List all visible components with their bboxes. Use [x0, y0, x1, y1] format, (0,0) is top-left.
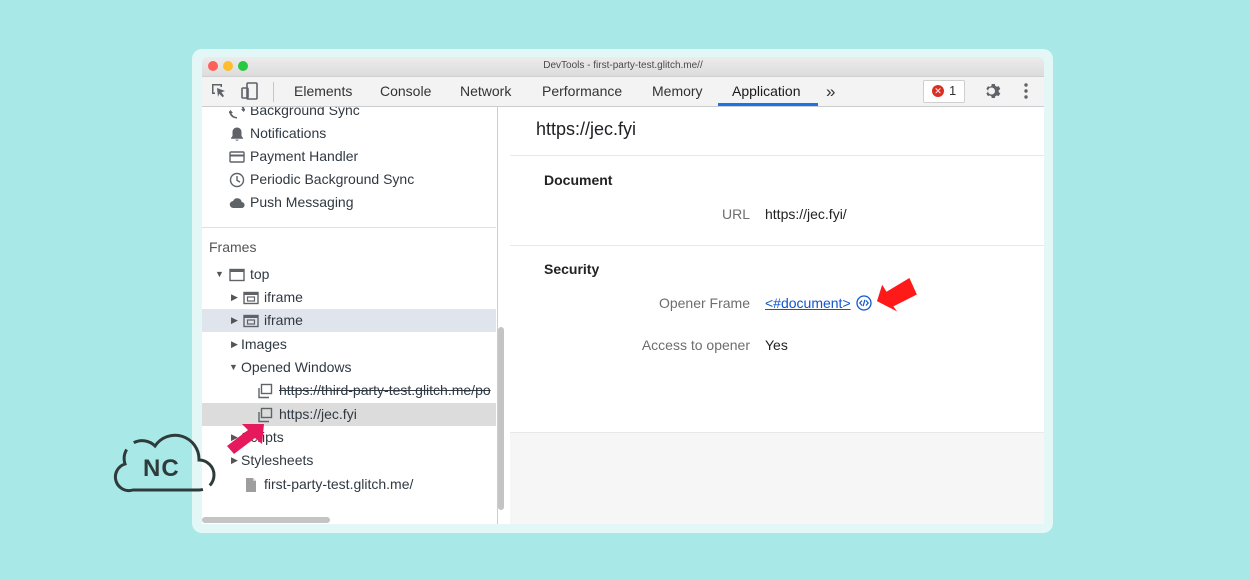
title-bar: DevTools - first-party-test.glitch.me//	[202, 57, 1044, 77]
inspect-element-icon[interactable]	[210, 82, 228, 105]
nc-logo: NC	[113, 430, 217, 498]
title-divider	[510, 155, 1044, 156]
red-arrow-icon	[876, 278, 917, 312]
section-divider	[510, 245, 1044, 246]
sidebar-divider	[202, 227, 496, 228]
error-icon: ✕	[932, 85, 944, 97]
frame-tree-opened-windows[interactable]: ▼ Opened Windows	[202, 356, 496, 379]
more-tabs-button[interactable]: »	[826, 77, 835, 106]
tab-console[interactable]: Console	[380, 77, 431, 106]
tab-application[interactable]: Application	[732, 77, 801, 106]
sidebar-vertical-scrollbar[interactable]	[498, 327, 504, 510]
reveal-in-elements-icon[interactable]	[855, 295, 872, 314]
device-toolbar-icon[interactable]	[240, 82, 260, 105]
pink-arrow-icon	[227, 424, 264, 454]
url-label: URL	[721, 206, 750, 222]
devtools-toolbar: Elements Console Network Performance Mem…	[202, 77, 1044, 107]
sidebar-item-notifications[interactable]: Notifications	[202, 122, 496, 145]
opened-window-third-party[interactable]: https://third-party-test.glitch.me/po	[202, 379, 496, 402]
toolbar-separator	[273, 82, 274, 102]
url-value: https://jec.fyi/	[765, 206, 847, 222]
frame-tree-iframe[interactable]: ▶ iframe	[202, 286, 496, 309]
empty-panel-area	[510, 433, 1044, 524]
settings-gear-icon[interactable]	[983, 81, 1003, 106]
sidebar-item-push-messaging[interactable]: Push Messaging	[202, 191, 496, 214]
sidebar-item-payment-handler[interactable]: Payment Handler	[202, 145, 496, 168]
file-icon	[243, 477, 259, 500]
application-sidebar: Background Sync Notifications Payment Ha…	[202, 107, 498, 524]
opener-document-link[interactable]: <#document>	[765, 295, 851, 311]
sidebar-item-periodic-background-sync[interactable]: Periodic Background Sync	[202, 168, 496, 191]
error-counter-button[interactable]: ✕ 1	[923, 80, 965, 103]
more-options-icon[interactable]	[1024, 83, 1028, 104]
page-title: https://jec.fyi	[536, 119, 637, 139]
opener-frame-label: Opener Frame	[658, 295, 750, 311]
expand-arrow-icon[interactable]: ▼	[215, 263, 224, 286]
tab-network[interactable]: Network	[460, 77, 511, 106]
collapse-arrow-icon[interactable]: ▶	[231, 286, 238, 309]
opener-frame-value: <#document>	[765, 295, 872, 314]
frame-tree-document-file[interactable]: first-party-test.glitch.me/	[202, 473, 496, 496]
frame-tree-images[interactable]: ▶ Images	[202, 333, 496, 356]
frames-header: Frames	[209, 239, 257, 255]
window-title: DevTools - first-party-test.glitch.me//	[543, 60, 703, 71]
expand-arrow-icon[interactable]: ▼	[229, 356, 238, 379]
logo-text: NC	[143, 455, 180, 482]
gray-area-divider	[510, 432, 1044, 433]
collapse-arrow-icon[interactable]: ▶	[231, 333, 238, 356]
tab-memory[interactable]: Memory	[652, 77, 703, 106]
access-to-opener-value: Yes	[765, 337, 788, 353]
sidebar-horizontal-scrollbar[interactable]	[202, 517, 330, 523]
frame-details-panel: https://jec.fyi Document URL https://jec…	[510, 107, 1044, 524]
tab-performance[interactable]: Performance	[542, 77, 622, 106]
access-to-opener-label: Access to opener	[641, 337, 750, 353]
error-count: 1	[949, 83, 957, 98]
tab-elements[interactable]: Elements	[294, 77, 352, 106]
sidebar-item-background-sync[interactable]: Background Sync	[202, 107, 496, 122]
cloud-icon	[229, 195, 245, 218]
frame-tree-iframe-highlighted[interactable]: ▶ iframe	[202, 309, 496, 332]
collapse-arrow-icon[interactable]: ▶	[231, 309, 238, 332]
active-tab-indicator	[718, 103, 818, 106]
frame-tree-top[interactable]: ▼ top	[202, 263, 496, 286]
document-section-header: Document	[544, 172, 613, 188]
security-section-header: Security	[544, 261, 600, 277]
